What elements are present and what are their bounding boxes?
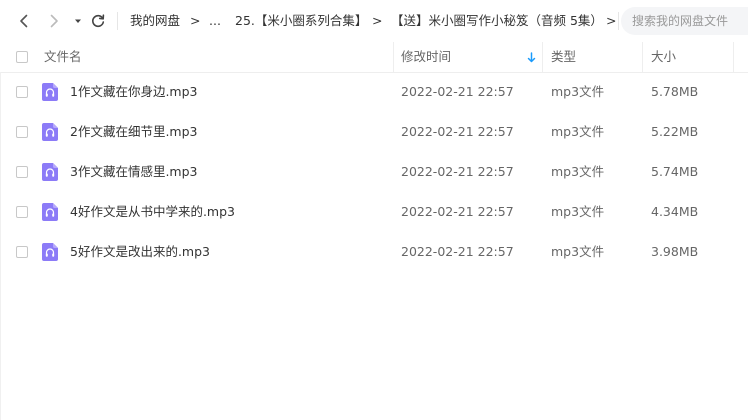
row-checkbox[interactable] xyxy=(16,206,28,218)
file-name[interactable]: 2作文藏在细节里.mp3 xyxy=(70,124,198,140)
breadcrumb-separator: > xyxy=(190,13,201,28)
file-size: 5.74MB xyxy=(651,164,699,179)
table-row[interactable]: 1作文藏在你身边.mp3 2022-02-21 22:57 mp3文件 5.78… xyxy=(0,72,748,112)
column-divider[interactable] xyxy=(393,42,394,72)
table-row[interactable]: 3作文藏在情感里.mp3 2022-02-21 22:57 mp3文件 5.74… xyxy=(0,152,748,192)
column-header-modified[interactable]: 修改时间 xyxy=(401,49,451,65)
chevron-right-icon[interactable] xyxy=(44,11,64,31)
file-modified: 2022-02-21 22:57 xyxy=(401,84,514,99)
row-checkbox[interactable] xyxy=(16,246,28,258)
file-name[interactable]: 3作文藏在情感里.mp3 xyxy=(70,164,198,180)
caret-down-icon[interactable] xyxy=(68,11,88,31)
audio-file-icon xyxy=(42,123,58,141)
file-type: mp3文件 xyxy=(551,84,605,99)
audio-file-icon xyxy=(42,83,58,101)
table-row[interactable]: 2作文藏在细节里.mp3 2022-02-21 22:57 mp3文件 5.22… xyxy=(0,112,748,152)
row-checkbox[interactable] xyxy=(16,86,28,98)
breadcrumb-separator: > xyxy=(372,13,383,28)
file-modified: 2022-02-21 22:57 xyxy=(401,204,514,219)
column-header-size[interactable]: 大小 xyxy=(651,49,676,65)
file-name[interactable]: 4好作文是从书中学来的.mp3 xyxy=(70,204,235,220)
audio-file-icon xyxy=(42,203,58,221)
file-type: mp3文件 xyxy=(551,164,605,179)
table-row[interactable]: 5好作文是改出来的.mp3 2022-02-21 22:57 mp3文件 3.9… xyxy=(0,232,748,272)
file-modified: 2022-02-21 22:57 xyxy=(401,244,514,259)
column-divider[interactable] xyxy=(733,42,734,72)
breadcrumb-ellipsis[interactable]: ... xyxy=(209,13,221,29)
file-type: mp3文件 xyxy=(551,244,605,259)
table-row[interactable]: 4好作文是从书中学来的.mp3 2022-02-21 22:57 mp3文件 4… xyxy=(0,192,748,232)
column-divider[interactable] xyxy=(642,42,643,72)
file-type: mp3文件 xyxy=(551,204,605,219)
breadcrumb-current-folder[interactable]: 【送】米小圈写作小秘笈（音频 5集） xyxy=(391,13,603,29)
audio-file-icon xyxy=(42,243,58,261)
row-checkbox[interactable] xyxy=(16,166,28,178)
file-modified: 2022-02-21 22:57 xyxy=(401,164,514,179)
select-all-checkbox[interactable] xyxy=(16,51,28,63)
file-name[interactable]: 1作文藏在你身边.mp3 xyxy=(70,84,198,100)
column-header-name[interactable]: 文件名 xyxy=(44,49,82,65)
file-browser: 我的网盘 > ... 25.【米小圈系列合集】 > 【送】米小圈写作小秘笈（音频… xyxy=(0,0,748,420)
audio-file-icon xyxy=(42,163,58,181)
search-placeholder: 搜索我的网盘文件 xyxy=(632,14,729,28)
breadcrumb-folder-series[interactable]: 25.【米小圈系列合集】 xyxy=(235,13,367,29)
toolbar: 我的网盘 > ... 25.【米小圈系列合集】 > 【送】米小圈写作小秘笈（音频… xyxy=(0,0,748,42)
chevron-left-icon[interactable] xyxy=(14,11,34,31)
file-size: 3.98MB xyxy=(651,244,699,259)
search-input[interactable]: 搜索我的网盘文件 xyxy=(621,7,748,35)
breadcrumb-root[interactable]: 我的网盘 xyxy=(130,13,180,29)
search-divider xyxy=(618,12,619,30)
file-name[interactable]: 5好作文是改出来的.mp3 xyxy=(70,244,210,260)
column-divider[interactable] xyxy=(542,42,543,72)
file-size: 5.22MB xyxy=(651,124,699,139)
file-type: mp3文件 xyxy=(551,124,605,139)
column-header-type[interactable]: 类型 xyxy=(551,49,576,65)
table-header: 文件名 修改时间 类型 大小 xyxy=(0,42,748,73)
row-checkbox[interactable] xyxy=(16,126,28,138)
file-modified: 2022-02-21 22:57 xyxy=(401,124,514,139)
breadcrumb-separator: > xyxy=(606,13,617,28)
refresh-icon[interactable] xyxy=(88,11,108,31)
arrow-down-icon[interactable] xyxy=(527,51,536,66)
toolbar-divider xyxy=(117,12,118,30)
file-size: 4.34MB xyxy=(651,204,699,219)
file-size: 5.78MB xyxy=(651,84,699,99)
